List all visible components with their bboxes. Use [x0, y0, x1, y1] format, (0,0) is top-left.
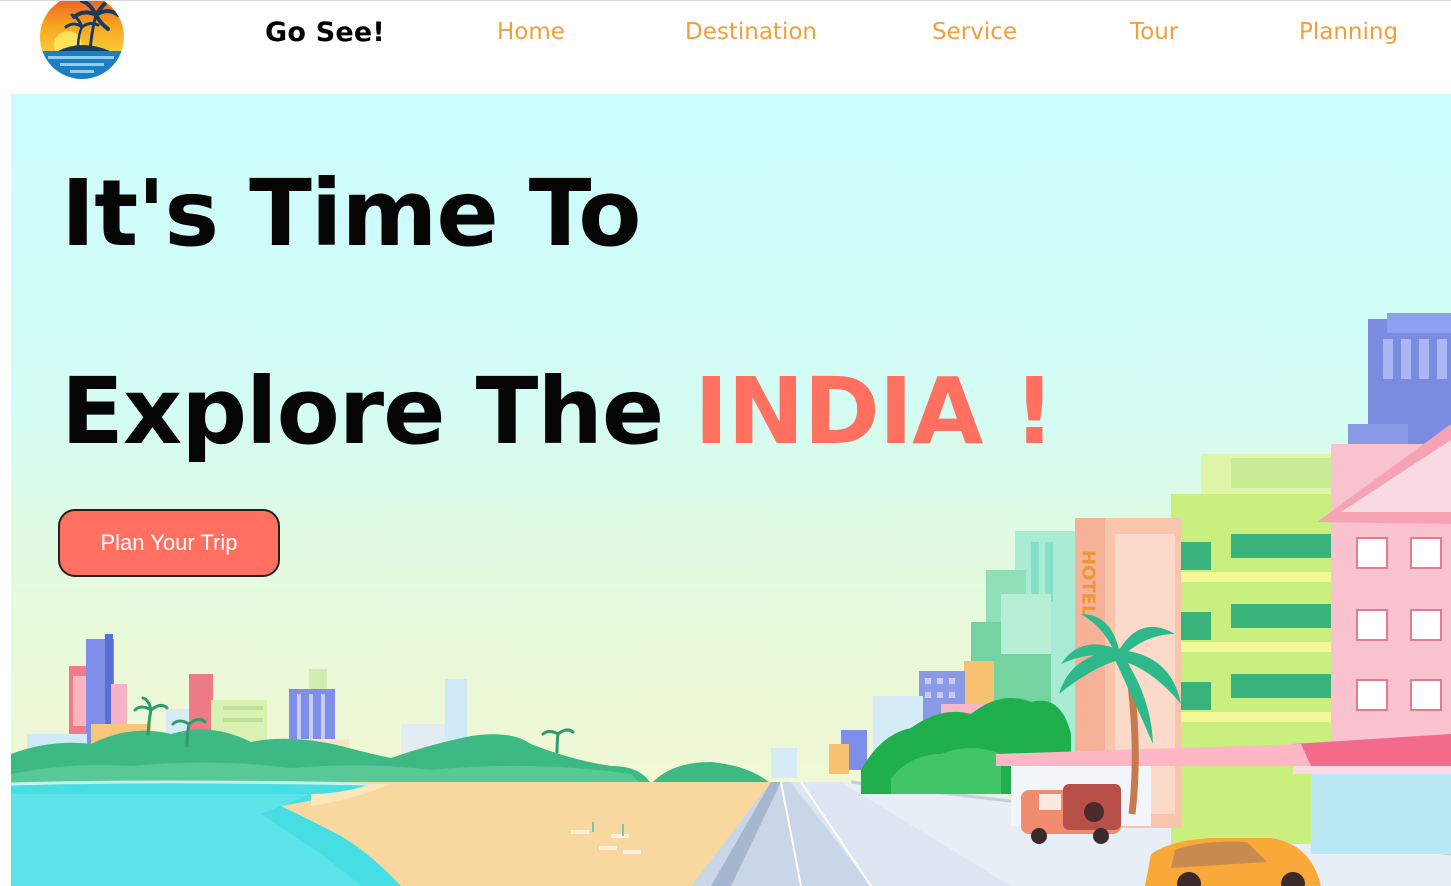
- nav-tour-link[interactable]: Tour: [1130, 19, 1178, 45]
- plan-your-trip-button[interactable]: Plan Your Trip: [58, 509, 280, 577]
- hero-line-1: It's Time To: [61, 160, 641, 267]
- hero-line-2-prefix: Explore The: [61, 358, 695, 465]
- nav-service-link[interactable]: Service: [932, 19, 1017, 45]
- hero-india-accent: INDIA !: [694, 358, 1055, 465]
- nav-home-link[interactable]: Home: [497, 19, 565, 45]
- brand-name[interactable]: Go See!: [265, 17, 385, 48]
- navbar: Go See! Home Destination Service Tour Pl…: [0, 0, 1451, 93]
- hero-line-2: Explore The INDIA !: [61, 358, 1055, 465]
- nav-planning-link[interactable]: Planning: [1299, 19, 1398, 45]
- hotel-sign-text: HOTEL: [1078, 550, 1099, 616]
- nav-destination-link[interactable]: Destination: [685, 19, 817, 45]
- hero-section: HOTEL It's Time To Explore The INDIA ! P…: [11, 94, 1451, 886]
- sunset-palm-logo-icon[interactable]: [38, 0, 126, 79]
